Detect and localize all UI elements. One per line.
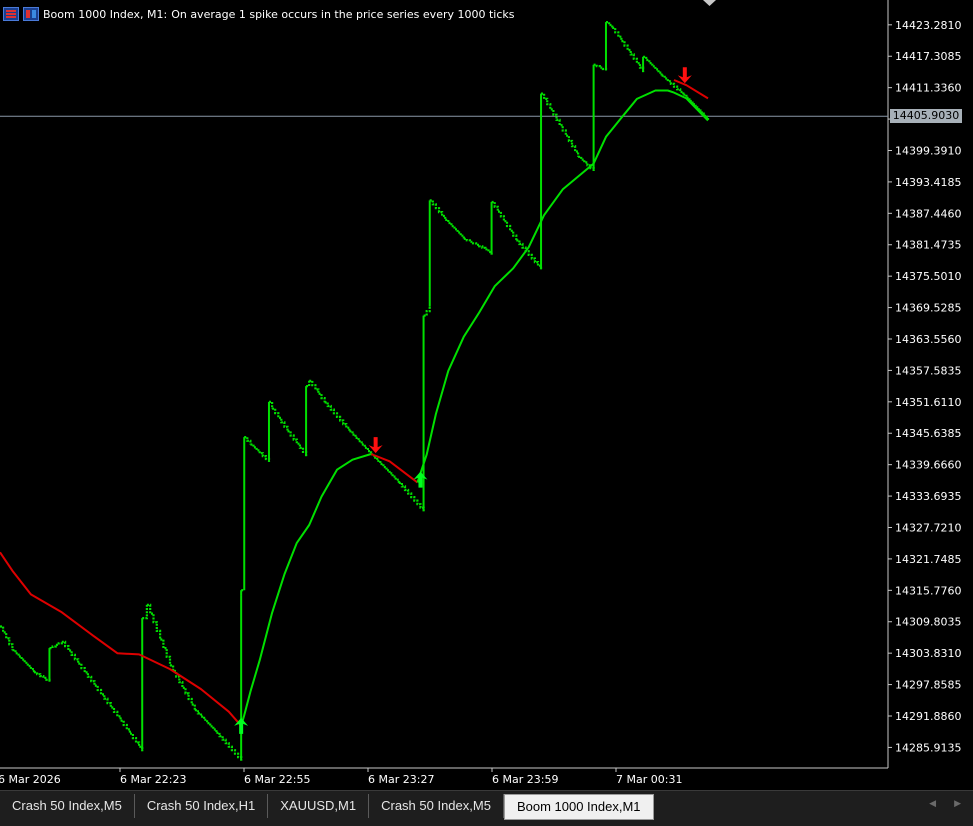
symbol-description: On average 1 spike occurs in the price s… — [171, 7, 515, 21]
current-price-label: 14405.9030 — [890, 109, 962, 124]
price-segment — [463, 237, 487, 250]
y-tick-label: 14381.4735 — [895, 239, 961, 252]
ma-line-down — [0, 551, 242, 727]
price-segment — [423, 306, 431, 317]
price-segment — [49, 641, 63, 650]
x-tick-label: 6 Mar 23:59 — [492, 773, 558, 786]
y-tick-label: 14363.5560 — [895, 333, 961, 346]
x-tick-label: 7 Mar 00:31 — [616, 773, 682, 786]
symbol-title: Boom 1000 Index, M1: — [43, 7, 168, 21]
y-tick-label: 14309.8035 — [895, 616, 961, 629]
y-tick-label: 14345.6385 — [895, 427, 961, 440]
y-tick-label: 14369.5285 — [895, 302, 961, 315]
y-tick-label: 14327.7210 — [895, 521, 961, 534]
price-segment — [643, 55, 663, 76]
price-segment — [612, 26, 645, 73]
tab-crash-50-index-h1[interactable]: Crash 50 Index,H1 — [135, 794, 269, 818]
price-segment — [34, 671, 51, 682]
price-segment — [445, 218, 465, 239]
tab-scroll-arrows: ◀ ▶ — [929, 799, 961, 809]
chart-header: Boom 1000 Index, M1: On average 1 spike … — [3, 6, 515, 22]
price-segment — [306, 380, 311, 388]
price-chart[interactable]: 14423.281014417.308514411.336014405.3635… — [0, 0, 973, 790]
tab-crash-50-index-m5[interactable]: Crash 50 Index,M5 — [369, 794, 504, 818]
price-segment — [61, 640, 122, 721]
price-segment — [194, 709, 218, 733]
y-tick-label: 14303.8310 — [895, 647, 961, 660]
sell-arrow-icon — [677, 67, 692, 84]
tab-crash-50-index-m5[interactable]: Crash 50 Index,M5 — [0, 794, 135, 818]
y-tick-label: 14333.6935 — [895, 490, 961, 503]
ma-line-up — [416, 89, 709, 483]
y-tick-label: 14399.3910 — [895, 144, 961, 157]
buy-arrow-icon — [413, 471, 428, 488]
price-series — [0, 21, 710, 761]
y-tick-label: 14375.5010 — [895, 270, 961, 283]
y-tick-label: 14393.4185 — [895, 176, 961, 189]
price-segment — [324, 401, 351, 432]
y-tick-label: 14387.4460 — [895, 207, 961, 220]
chart-area[interactable]: 14423.281014417.308514411.336014405.3635… — [0, 0, 973, 790]
sell-arrow-icon — [368, 437, 383, 454]
y-tick-label: 14291.8860 — [895, 710, 961, 723]
y-tick-label: 14423.2810 — [895, 19, 961, 32]
chart-tabs: Crash 50 Index,M5 Crash 50 Index,H1 XAUUSD… — [0, 794, 654, 820]
y-tick-label: 14297.8585 — [895, 679, 961, 692]
y-tick-label: 14285.9135 — [895, 741, 961, 754]
x-tick-label: 6 Mar 2026 — [0, 773, 61, 786]
y-tick-label: 14411.3360 — [895, 82, 961, 95]
y-tick-label: 14321.7485 — [895, 553, 961, 566]
price-segment — [0, 625, 14, 651]
price-segment — [146, 603, 172, 666]
price-segment — [120, 719, 144, 752]
scroll-right-icon[interactable]: ▶ — [954, 799, 961, 809]
y-tick-label: 14315.7760 — [895, 584, 961, 597]
price-segment — [429, 199, 447, 220]
price-segment — [516, 239, 543, 270]
price-segment — [287, 430, 308, 457]
y-tick-label: 14417.3085 — [895, 50, 961, 63]
price-segment — [216, 731, 243, 761]
price-segment — [374, 456, 400, 483]
price-segment — [593, 63, 608, 71]
x-tick-label: 6 Mar 22:55 — [244, 773, 310, 786]
x-tick-label: 6 Mar 23:27 — [368, 773, 434, 786]
ma-line-up — [240, 453, 372, 727]
price-segment — [250, 443, 271, 462]
y-tick-label: 14357.5835 — [895, 364, 961, 377]
price-segment — [541, 92, 580, 157]
chart-tabs-bar: Crash 50 Index,M5 Crash 50 Index,H1 XAUUSD… — [0, 790, 973, 826]
trade-panel-icon[interactable] — [3, 7, 19, 21]
depth-of-market-icon[interactable] — [23, 7, 39, 21]
price-segment — [309, 379, 326, 403]
price-segment — [491, 200, 518, 241]
y-tick-label: 14351.6110 — [895, 396, 961, 409]
x-tick-label: 6 Mar 22:23 — [120, 773, 186, 786]
scroll-left-icon[interactable]: ◀ — [929, 799, 936, 809]
y-tick-label: 14339.6660 — [895, 459, 961, 472]
price-segment — [12, 649, 36, 673]
price-segment — [272, 407, 289, 432]
chart-shift-marker[interactable] — [703, 0, 716, 6]
tab-xauusd-m1[interactable]: XAUUSD,M1 — [268, 794, 370, 818]
price-segment — [142, 604, 148, 620]
tab-boom-1000-index-m1[interactable]: Boom 1000 Index,M1 — [503, 794, 654, 820]
